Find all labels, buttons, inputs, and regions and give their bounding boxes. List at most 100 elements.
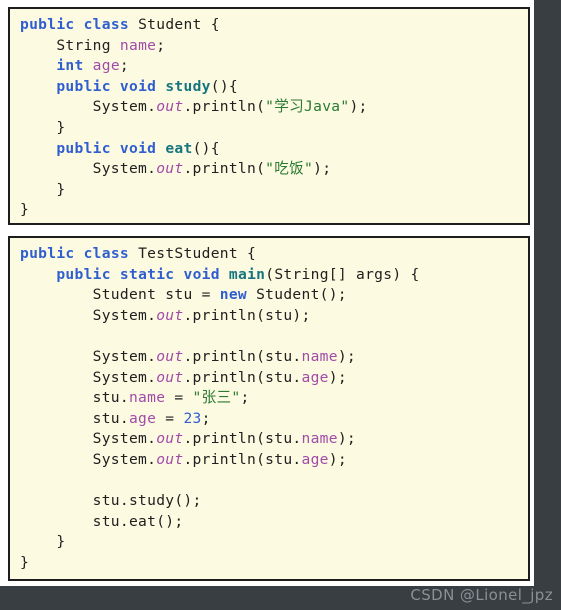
token-type: Student — [92, 286, 157, 304]
code-line: System.out.println("吃饭"); — [20, 159, 526, 180]
token-plain: System. — [92, 347, 157, 365]
code-line: stu.study(); — [20, 491, 526, 512]
code-line: public void study(){ — [20, 77, 526, 98]
code-line: int age; — [20, 56, 526, 77]
token-plain: { — [201, 16, 220, 33]
token-plain: .println( — [183, 160, 266, 178]
token-keyword: public — [56, 77, 111, 95]
code-line: Student stu = new Student(); — [20, 285, 526, 306]
token-plain: ); — [349, 98, 368, 116]
token-string: "张三" — [192, 389, 241, 407]
token-field: out — [156, 160, 184, 178]
token-keyword: static — [119, 265, 175, 283]
token-plain: ; — [201, 409, 211, 427]
code-block-test-student-class[interactable]: public class TestStudent { public static… — [8, 236, 530, 581]
token-plain: .println(stu. — [183, 450, 302, 468]
token-string: "吃饭" — [265, 160, 314, 178]
token-type: Student — [138, 16, 202, 33]
token-field: name — [119, 36, 157, 54]
token-field: name — [128, 389, 166, 407]
token-keyword: public — [56, 139, 111, 157]
token-plain: System. — [92, 450, 157, 468]
code-line: stu.eat(); — [20, 512, 526, 533]
token-field: out — [156, 98, 184, 116]
code-line: } — [20, 180, 526, 201]
code-block-student-class[interactable]: public class Student { String name; int … — [8, 7, 530, 225]
token-plain: } — [20, 201, 30, 219]
code-line: public void eat(){ — [20, 139, 526, 160]
token-plain: ; — [119, 57, 130, 75]
token-plain: stu = — [156, 286, 220, 304]
token-field: age — [92, 57, 120, 75]
token-plain: stu.eat(); — [92, 512, 184, 530]
token-method: main — [228, 265, 266, 283]
token-plain: stu. — [92, 409, 129, 427]
token-field: age — [128, 409, 157, 427]
token-plain: ; — [240, 389, 250, 407]
token-plain: stu. — [92, 389, 129, 407]
token-keyword: class — [83, 16, 129, 33]
code-line: public class TestStudent { — [20, 244, 526, 265]
token-keyword: public — [56, 265, 111, 283]
token-plain: } — [20, 533, 66, 551]
token-plain: .println(stu. — [183, 430, 302, 448]
code-line: } — [20, 118, 526, 139]
token-plain: = — [165, 389, 193, 407]
token-type: String — [56, 36, 111, 54]
token-method: eat — [165, 139, 193, 157]
token-field: age — [301, 368, 329, 386]
token-plain: { — [237, 245, 257, 262]
token-plain: System. — [92, 98, 157, 116]
token-number: 23 — [183, 409, 202, 427]
code-line: } — [20, 532, 526, 553]
token-plain: (){ — [192, 139, 220, 157]
watermark-text: CSDN @Lionel_jpz — [410, 586, 553, 604]
token-plain: (String[] args) { — [265, 265, 420, 283]
token-keyword: public — [20, 245, 75, 262]
token-method: study — [165, 77, 211, 95]
token-string: "学习Java" — [265, 98, 350, 116]
token-keyword: void — [183, 265, 220, 283]
token-plain: } — [20, 553, 30, 571]
token-field: name — [301, 430, 338, 448]
token-plain: } — [20, 180, 66, 198]
token-plain: } — [20, 118, 66, 136]
token-field: out — [156, 306, 184, 324]
token-plain: ; — [156, 36, 166, 54]
code-line: } — [20, 553, 526, 574]
token-plain: .println( — [183, 98, 266, 116]
token-field: name — [301, 347, 338, 365]
token-plain: System. — [92, 430, 157, 448]
token-plain: ); — [337, 347, 356, 365]
code-line: public class Student { — [20, 15, 526, 36]
token-plain: System. — [92, 306, 157, 324]
token-plain: .println(stu); — [183, 306, 311, 324]
code-line: System.out.println("学习Java"); — [20, 97, 526, 118]
code-line: stu.name = "张三"; — [20, 388, 526, 409]
code-line: System.out.println(stu.age); — [20, 450, 526, 471]
code-line: System.out.println(stu.name); — [20, 429, 526, 450]
token-plain: Student(); — [247, 286, 347, 304]
token-keyword: int — [56, 57, 84, 75]
code-lines: public class TestStudent { public static… — [20, 244, 526, 574]
token-field: age — [301, 450, 329, 468]
